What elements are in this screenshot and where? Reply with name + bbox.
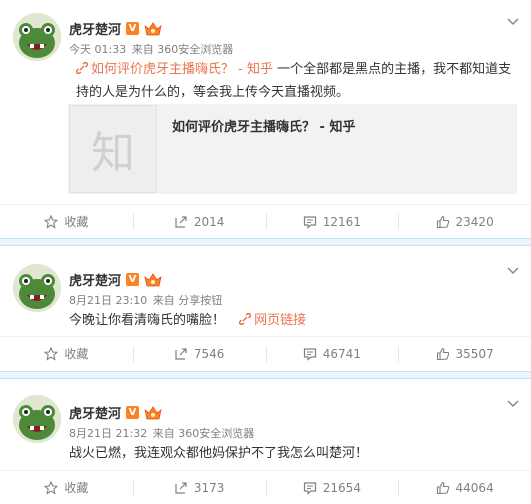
post-separator [0, 238, 531, 246]
link-card[interactable]: 知 如何评价虎牙主播嗨氏？ - 知乎 [68, 104, 517, 194]
card-thumbnail: 知 [69, 105, 157, 193]
avatar[interactable] [13, 395, 61, 443]
favorite-button[interactable]: 收藏 [0, 205, 133, 238]
post-meta: 8月21日 21:32 来自 360安全浏览器 [69, 425, 256, 441]
comment-count: 46741 [322, 346, 361, 361]
comment-button[interactable]: 21654 [265, 471, 399, 504]
like-count: 35507 [455, 346, 494, 361]
action-bar: 收藏 3173 21654 44064 [0, 470, 531, 504]
repost-button[interactable]: 7546 [132, 337, 266, 370]
like-button[interactable]: 44064 [398, 471, 531, 504]
favorite-label: 收藏 [64, 215, 89, 229]
post-header: 虎牙楚河 V [69, 19, 162, 38]
like-count: 23420 [455, 214, 494, 229]
comment-button[interactable]: 46741 [265, 337, 399, 370]
avatar[interactable] [13, 264, 61, 312]
repost-button[interactable]: 2014 [132, 205, 266, 238]
link-icon [76, 62, 88, 74]
comment-icon [303, 215, 316, 229]
repost-icon [175, 347, 187, 360]
verified-v-icon: V [126, 22, 140, 35]
post-source: 来自 360安全浏览器 [152, 427, 255, 440]
comment-icon [303, 481, 316, 495]
like-icon [436, 215, 449, 228]
action-bar: 收藏 2014 12161 23420 [0, 204, 531, 238]
like-button[interactable]: 35507 [398, 337, 531, 370]
star-icon [44, 480, 59, 495]
favorite-button[interactable]: 收藏 [0, 337, 133, 370]
weibo-post-3: 虎牙楚河 V 8月21日 21:32 来自 360安全浏览器 战火已燃，我连观众… [0, 379, 531, 504]
post-meta: 今天 01:33 来自 360安全浏览器 [69, 41, 235, 57]
like-count: 44064 [455, 480, 494, 495]
post-header: 虎牙楚河 V [69, 270, 162, 289]
weibo-feed: 虎牙楚河 V 今天 01:33 来自 360安全浏览器 如何评价虎牙主播嗨氏？ … [0, 0, 531, 504]
card-title: 如何评价虎牙主播嗨氏？ - 知乎 [172, 120, 356, 135]
like-icon [436, 347, 449, 360]
action-bar: 收藏 7546 46741 35507 [0, 336, 531, 370]
comment-icon [303, 347, 316, 361]
chevron-down-icon[interactable] [507, 18, 519, 26]
comment-count: 12161 [322, 214, 361, 229]
post-body: 今晚让你看清嗨氏的嘴脸！ 网页链接 [69, 309, 513, 332]
post-source: 来自 分享按钮 [152, 294, 223, 307]
verified-v-icon: V [126, 406, 140, 419]
web-link[interactable]: 网页链接 [239, 313, 306, 328]
post-time[interactable]: 今天 01:33 [69, 43, 126, 56]
user-name[interactable]: 虎牙楚河 [69, 19, 121, 38]
chevron-down-icon[interactable] [507, 400, 519, 408]
vip-crown-icon [144, 272, 162, 286]
link-icon [239, 313, 252, 325]
post-time[interactable]: 8月21日 23:10 [69, 294, 147, 307]
post-source: 来自 360安全浏览器 [131, 43, 234, 56]
user-name[interactable]: 虎牙楚河 [69, 403, 121, 422]
vip-crown-icon [144, 405, 162, 419]
favorite-button[interactable]: 收藏 [0, 471, 133, 504]
post-text: 今晚让你看清嗨氏的嘴脸！ [69, 313, 226, 328]
weibo-post-1: 虎牙楚河 V 今天 01:33 来自 360安全浏览器 如何评价虎牙主播嗨氏？ … [0, 0, 531, 238]
web-link-text: 网页链接 [254, 313, 307, 328]
post-time[interactable]: 8月21日 21:32 [69, 427, 147, 440]
repost-icon [175, 215, 187, 228]
link-zhihu[interactable]: 如何评价虎牙主播嗨氏？ - 知乎 [76, 62, 273, 77]
comment-button[interactable]: 12161 [265, 205, 399, 238]
repost-icon [175, 481, 187, 494]
post-text: 战火已燃，我连观众都他妈保护不了我怎么叫楚河！ [69, 446, 369, 461]
star-icon [44, 346, 59, 361]
post-header: 虎牙楚河 V [69, 403, 162, 422]
chevron-down-icon[interactable] [507, 267, 519, 275]
user-name[interactable]: 虎牙楚河 [69, 270, 121, 289]
post-body: 如何评价虎牙主播嗨氏？ - 知乎 一个全部都是黑点的主播，我不都知道支持的人是为… [76, 58, 513, 104]
repost-count: 7546 [193, 346, 225, 361]
repost-button[interactable]: 3173 [132, 471, 266, 504]
post-body: 战火已燃，我连观众都他妈保护不了我怎么叫楚河！ [69, 442, 513, 465]
like-button[interactable]: 23420 [398, 205, 531, 238]
favorite-label: 收藏 [64, 347, 89, 361]
vip-crown-icon [144, 21, 162, 35]
comment-count: 21654 [322, 480, 361, 495]
link-zhihu-text: 如何评价虎牙主播嗨氏？ - 知乎 [91, 62, 273, 77]
post-separator [0, 371, 531, 379]
post-meta: 8月21日 23:10 来自 分享按钮 [69, 292, 224, 308]
favorite-label: 收藏 [64, 481, 89, 495]
weibo-post-2: 虎牙楚河 V 8月21日 23:10 来自 分享按钮 今晚让你看清嗨氏的嘴脸！ … [0, 246, 531, 371]
avatar[interactable] [13, 13, 61, 61]
repost-count: 2014 [193, 214, 225, 229]
star-icon [44, 214, 59, 229]
like-icon [436, 481, 449, 494]
repost-count: 3173 [193, 480, 225, 495]
verified-v-icon: V [126, 273, 140, 286]
